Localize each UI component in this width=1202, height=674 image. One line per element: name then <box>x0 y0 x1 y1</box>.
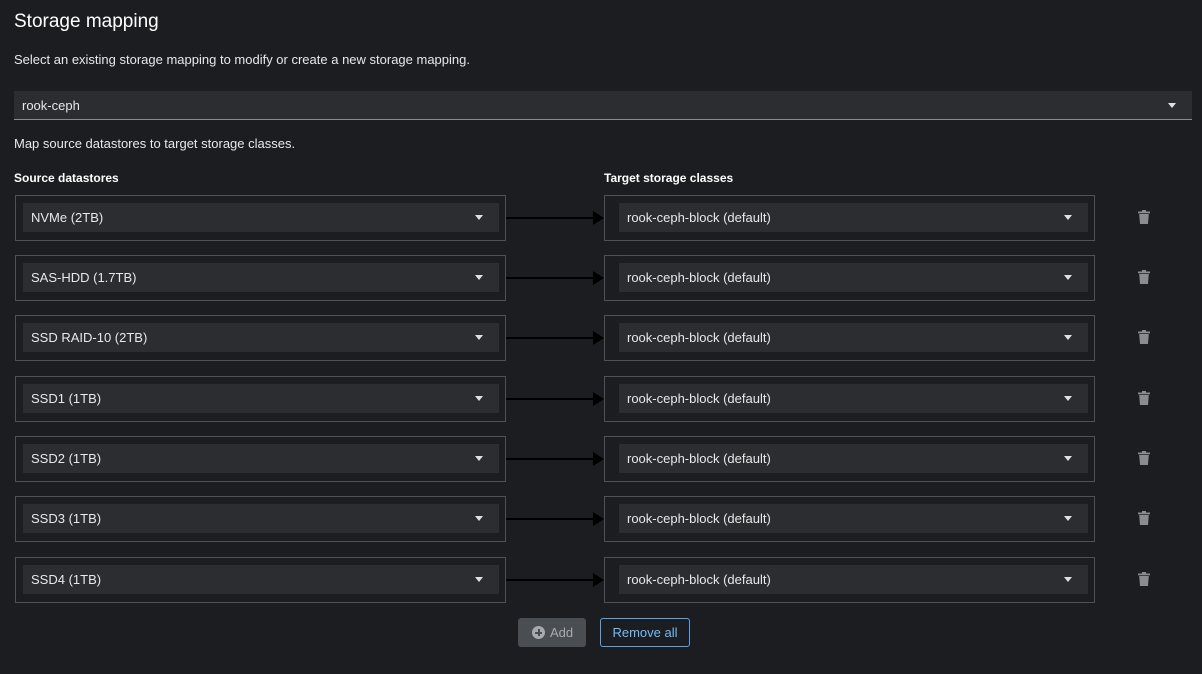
caret-down-icon <box>1064 577 1072 582</box>
caret-down-icon <box>1064 215 1072 220</box>
target-storage-class-select[interactable]: rook-ceph-block (default) <box>619 504 1088 533</box>
mapping-arrow <box>506 398 594 400</box>
source-box: NVMe (2TB) <box>15 195 506 241</box>
target-storage-class-value: rook-ceph-block (default) <box>627 572 771 587</box>
caret-down-icon <box>475 335 483 340</box>
target-storage-class-select[interactable]: rook-ceph-block (default) <box>619 203 1088 232</box>
storage-mapping-value: rook-ceph <box>22 98 80 113</box>
caret-down-icon <box>1064 516 1072 521</box>
arrow-head-icon <box>593 512 604 526</box>
mapping-arrow <box>506 277 594 279</box>
target-storage-class-value: rook-ceph-block (default) <box>627 451 771 466</box>
mapping-row: SSD2 (1TB) rook-ceph-block (default) <box>0 436 1202 482</box>
source-box: SSD RAID-10 (2TB) <box>15 315 506 361</box>
caret-down-icon <box>1168 103 1176 108</box>
source-datastore-select[interactable]: SSD4 (1TB) <box>23 565 499 594</box>
source-datastore-value: NVMe (2TB) <box>31 210 104 225</box>
arrow-head-icon <box>593 271 604 285</box>
target-box: rook-ceph-block (default) <box>604 436 1095 482</box>
target-box: rook-ceph-block (default) <box>604 557 1095 603</box>
source-datastore-select[interactable]: SSD3 (1TB) <box>23 504 499 533</box>
mapping-row: SSD RAID-10 (2TB) rook-ceph-block (defau… <box>0 315 1202 361</box>
add-button[interactable]: Add <box>518 618 586 647</box>
target-box: rook-ceph-block (default) <box>604 376 1095 422</box>
mapping-row: SAS-HDD (1.7TB) rook-ceph-block (default… <box>0 255 1202 301</box>
source-box: SAS-HDD (1.7TB) <box>15 255 506 301</box>
mapping-arrow <box>506 217 594 219</box>
target-storage-class-value: rook-ceph-block (default) <box>627 210 771 225</box>
plus-circle-icon <box>532 626 545 639</box>
trash-icon[interactable] <box>1138 210 1150 224</box>
mapping-row: SSD1 (1TB) rook-ceph-block (default) <box>0 376 1202 422</box>
target-box: rook-ceph-block (default) <box>604 195 1095 241</box>
caret-down-icon <box>475 275 483 280</box>
mapping-arrow <box>506 579 594 581</box>
source-box: SSD1 (1TB) <box>15 376 506 422</box>
source-datastore-select[interactable]: NVMe (2TB) <box>23 203 499 232</box>
target-storage-class-select[interactable]: rook-ceph-block (default) <box>619 565 1088 594</box>
target-column-header: Target storage classes <box>604 171 734 185</box>
source-datastore-select[interactable]: SSD2 (1TB) <box>23 444 499 473</box>
mapping-row: SSD3 (1TB) rook-ceph-block (default) <box>0 496 1202 542</box>
source-datastore-value: SSD2 (1TB) <box>31 451 102 466</box>
arrow-head-icon <box>593 331 604 345</box>
mapping-description: Map source datastores to target storage … <box>14 136 296 151</box>
source-datastore-value: SSD1 (1TB) <box>31 391 102 406</box>
target-storage-class-select[interactable]: rook-ceph-block (default) <box>619 444 1088 473</box>
arrow-head-icon <box>593 211 604 225</box>
target-storage-class-value: rook-ceph-block (default) <box>627 330 771 345</box>
page-description: Select an existing storage mapping to mo… <box>14 52 470 67</box>
source-datastore-value: SSD RAID-10 (2TB) <box>31 330 148 345</box>
source-column-header: Source datastores <box>14 171 119 185</box>
page-title: Storage mapping <box>14 11 159 32</box>
source-datastore-select[interactable]: SSD1 (1TB) <box>23 384 499 413</box>
source-box: SSD4 (1TB) <box>15 557 506 603</box>
mapping-arrow <box>506 458 594 460</box>
arrow-head-icon <box>593 573 604 587</box>
remove-all-button[interactable]: Remove all <box>600 618 690 647</box>
caret-down-icon <box>1064 335 1072 340</box>
trash-icon[interactable] <box>1138 451 1150 465</box>
source-datastore-select[interactable]: SAS-HDD (1.7TB) <box>23 263 499 292</box>
target-box: rook-ceph-block (default) <box>604 315 1095 361</box>
target-box: rook-ceph-block (default) <box>604 255 1095 301</box>
caret-down-icon <box>1064 275 1072 280</box>
source-datastore-value: SAS-HDD (1.7TB) <box>31 270 137 285</box>
trash-icon[interactable] <box>1138 572 1150 586</box>
source-box: SSD3 (1TB) <box>15 496 506 542</box>
mapping-arrow <box>506 518 594 520</box>
caret-down-icon <box>475 516 483 521</box>
target-storage-class-select[interactable]: rook-ceph-block (default) <box>619 384 1088 413</box>
mapping-arrow <box>506 337 594 339</box>
trash-icon[interactable] <box>1138 391 1150 405</box>
mapping-row: NVMe (2TB) rook-ceph-block (default) <box>0 195 1202 241</box>
source-box: SSD2 (1TB) <box>15 436 506 482</box>
caret-down-icon <box>475 215 483 220</box>
add-button-label: Add <box>550 625 574 640</box>
trash-icon[interactable] <box>1138 511 1150 525</box>
arrow-head-icon <box>593 452 604 466</box>
target-storage-class-select[interactable]: rook-ceph-block (default) <box>619 323 1088 352</box>
caret-down-icon <box>475 456 483 461</box>
source-datastore-select[interactable]: SSD RAID-10 (2TB) <box>23 323 499 352</box>
target-storage-class-value: rook-ceph-block (default) <box>627 270 771 285</box>
target-storage-class-value: rook-ceph-block (default) <box>627 511 771 526</box>
trash-icon[interactable] <box>1138 330 1150 344</box>
storage-mapping-select[interactable]: rook-ceph <box>14 91 1192 120</box>
caret-down-icon <box>1064 456 1072 461</box>
caret-down-icon <box>1064 396 1072 401</box>
mapping-row: SSD4 (1TB) rook-ceph-block (default) <box>0 557 1202 603</box>
trash-icon[interactable] <box>1138 270 1150 284</box>
target-storage-class-value: rook-ceph-block (default) <box>627 391 771 406</box>
arrow-head-icon <box>593 392 604 406</box>
target-box: rook-ceph-block (default) <box>604 496 1095 542</box>
caret-down-icon <box>475 396 483 401</box>
source-datastore-value: SSD3 (1TB) <box>31 511 102 526</box>
caret-down-icon <box>475 577 483 582</box>
target-storage-class-select[interactable]: rook-ceph-block (default) <box>619 263 1088 292</box>
source-datastore-value: SSD4 (1TB) <box>31 572 102 587</box>
